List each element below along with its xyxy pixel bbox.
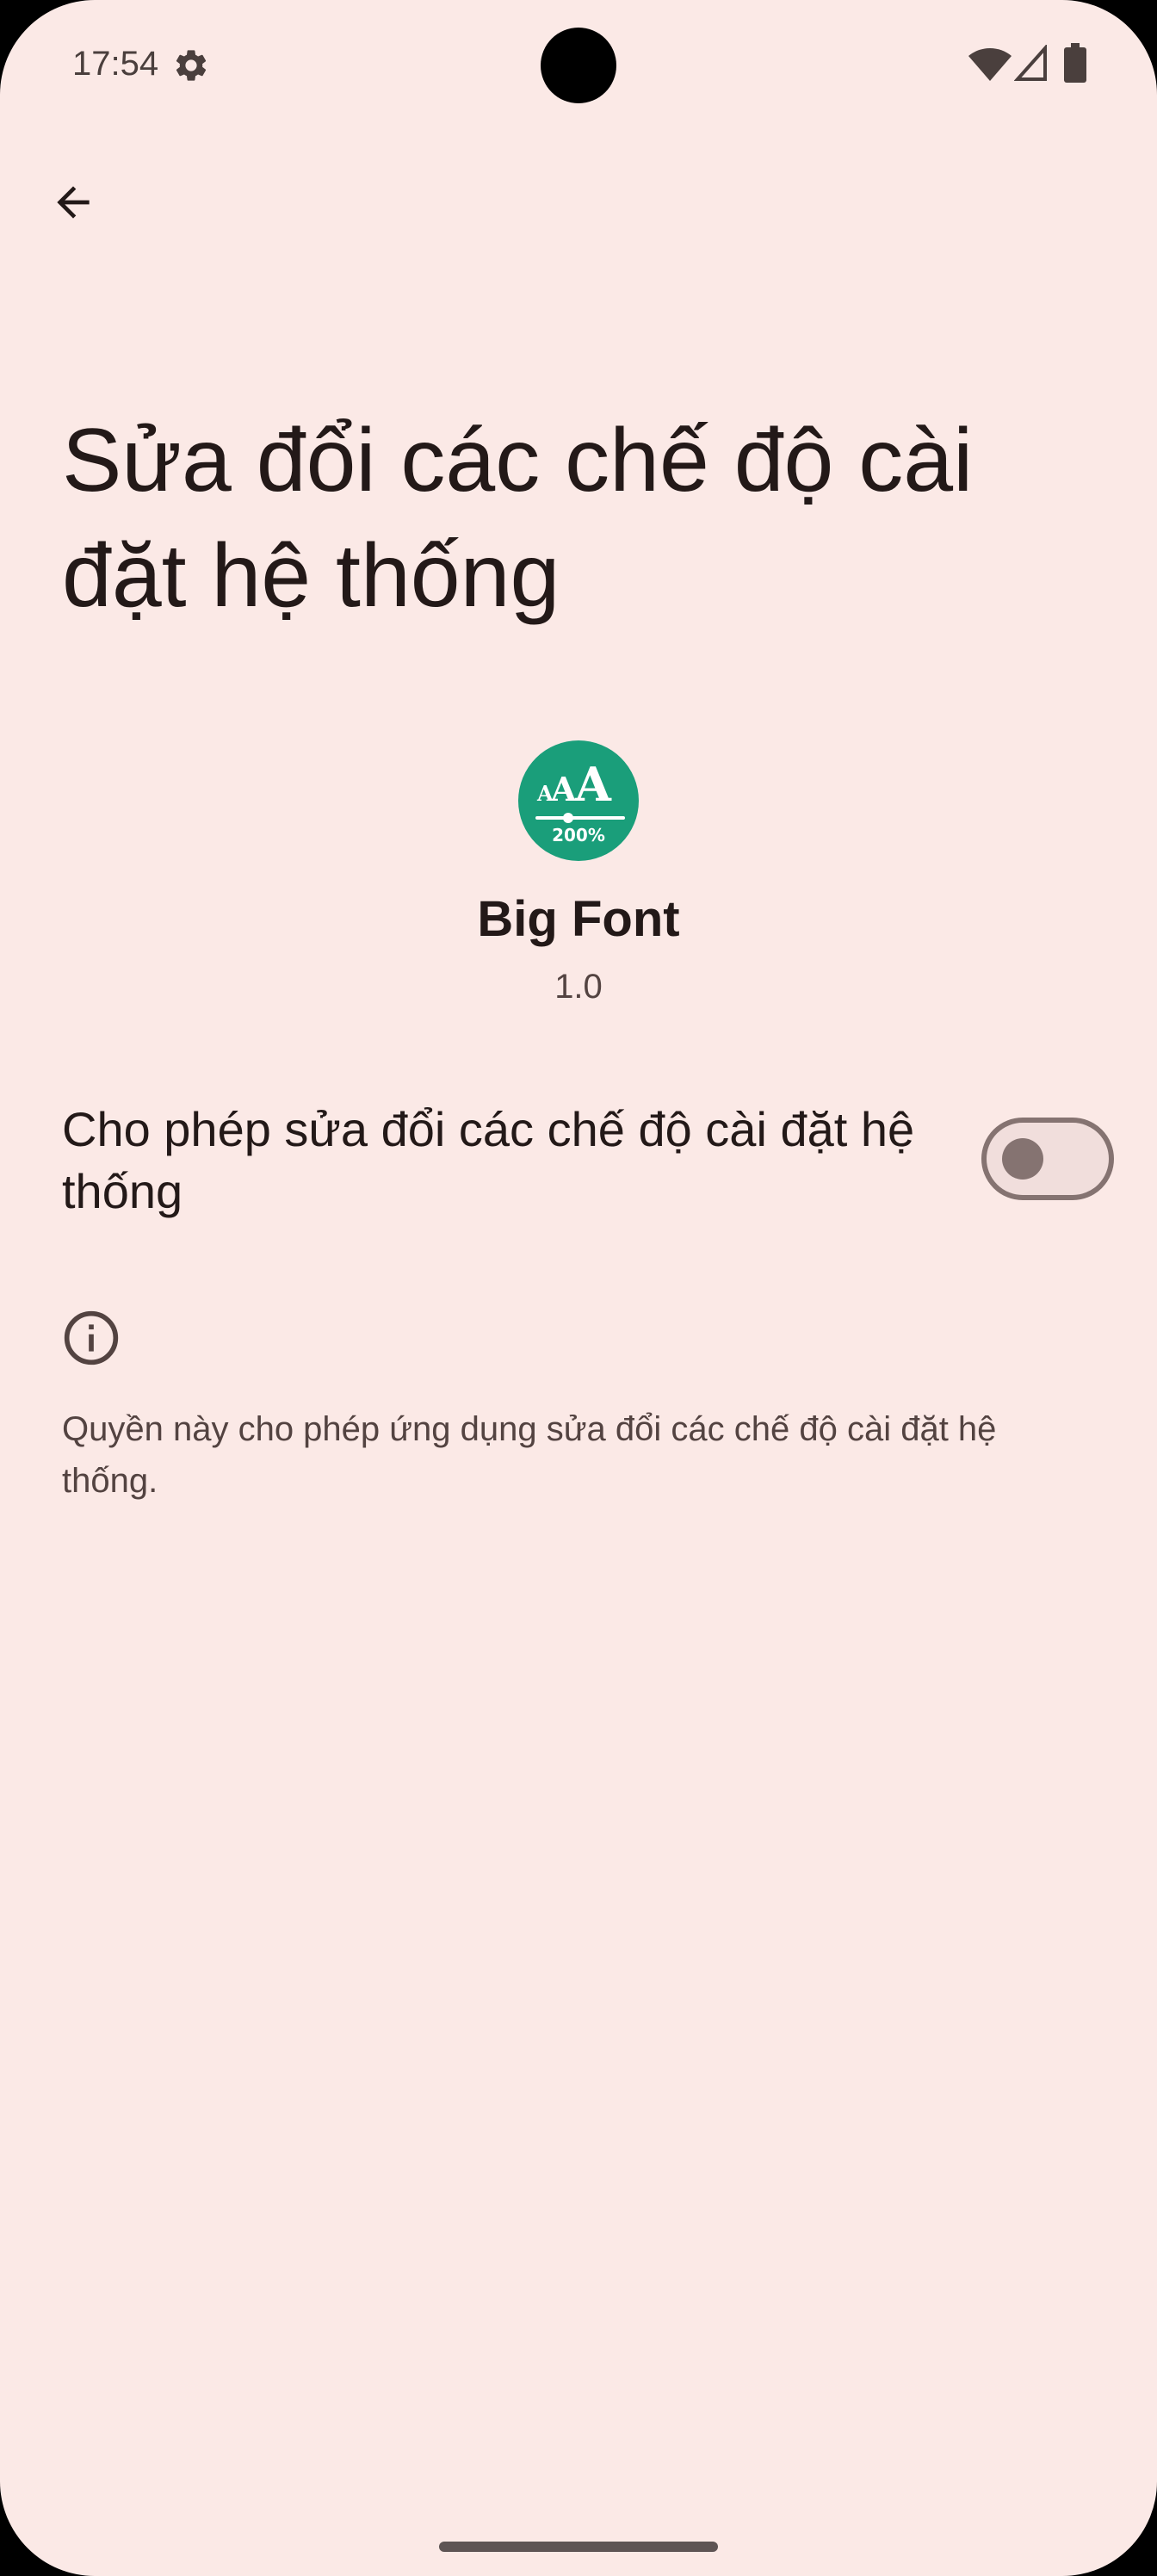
info-description: Quyền này cho phép ứng dụng sửa đổi các … <box>62 1410 997 1500</box>
status-time: 17:54 <box>72 45 159 83</box>
camera-cutout <box>541 28 616 103</box>
setting-label: Cho phép sửa đổi các chế độ cài đặt hệ t… <box>62 1102 915 1218</box>
battery-icon <box>1064 43 1086 83</box>
app-icon-percent: 200% <box>552 825 605 845</box>
gesture-nav-handle[interactable] <box>439 2542 718 2552</box>
big-font-app-icon: A A A 200% <box>518 740 639 861</box>
toggle-thumb <box>1002 1138 1043 1180</box>
back-button[interactable] <box>34 164 112 241</box>
info-icon <box>64 1310 119 1365</box>
app-icon-letter-mid: A <box>550 770 577 808</box>
settings-gear-icon <box>176 50 207 81</box>
app-version: 1.0 <box>554 968 603 1006</box>
arrow-back-icon <box>57 186 90 219</box>
page-title: Sửa đổi các chế độ cài đặt hệ thống <box>62 411 974 626</box>
app-name: Big Font <box>477 891 680 947</box>
cell-signal-icon <box>1014 45 1047 81</box>
app-icon-letter-large: A <box>574 757 612 812</box>
allow-modify-settings-row[interactable]: Cho phép sửa đổi các chế độ cài đặt hệ t… <box>0 1085 1157 1231</box>
allow-modify-settings-toggle[interactable] <box>981 1118 1114 1200</box>
screen: 17:54 Sửa đổi các chế độ cài đặt hệ thốn… <box>0 0 1157 2576</box>
wifi-icon <box>968 48 1012 81</box>
